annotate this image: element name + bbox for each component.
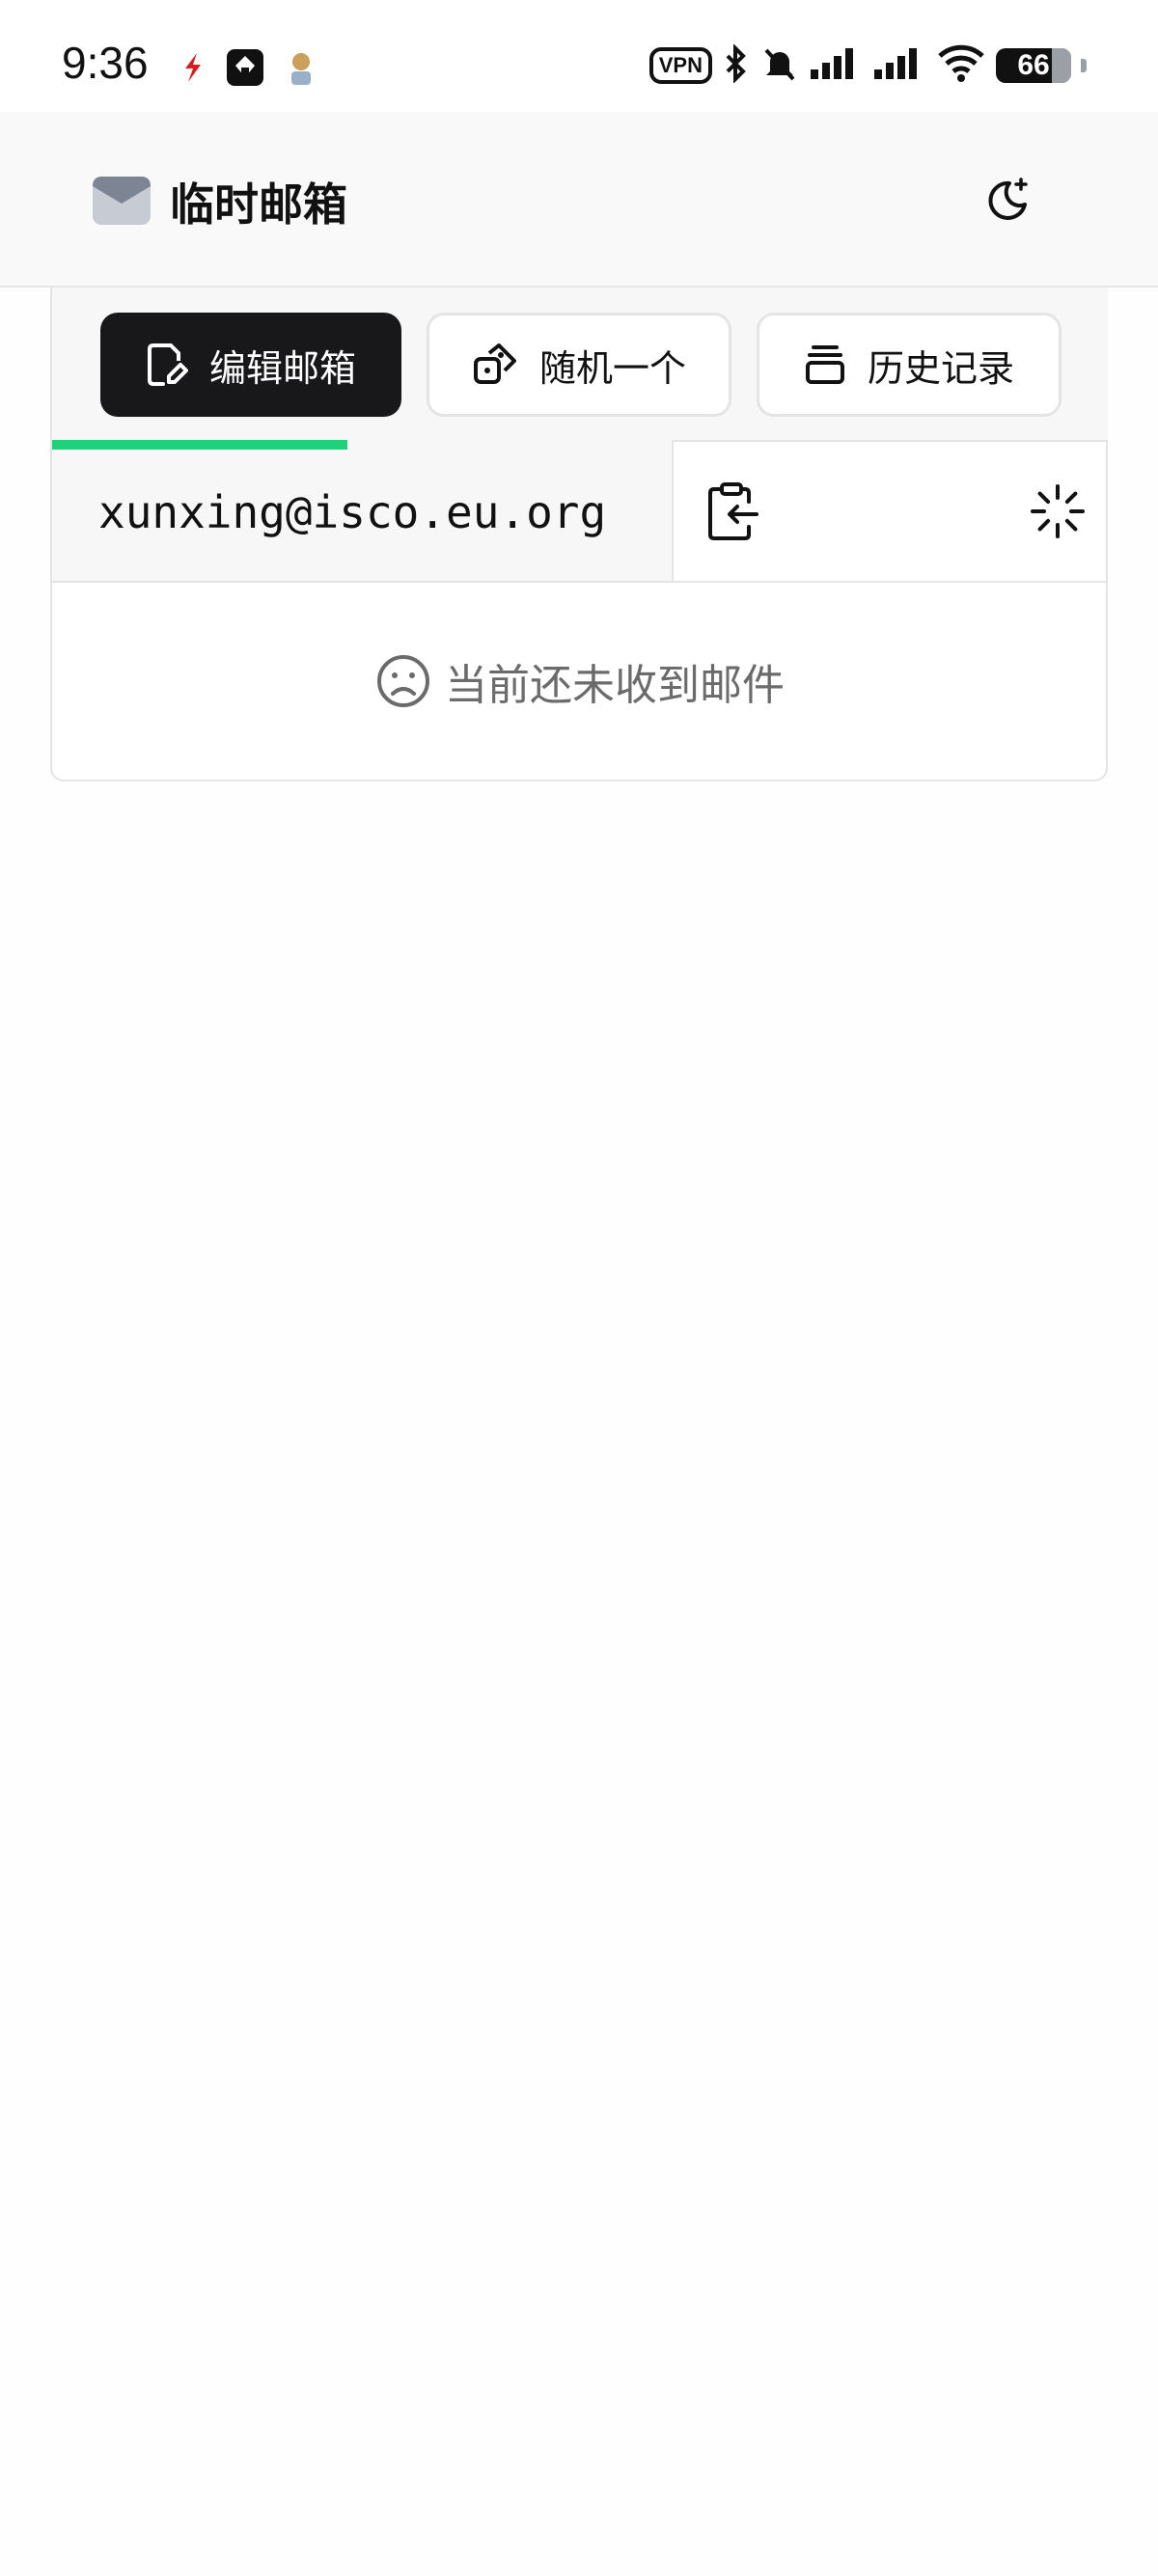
battery-tip bbox=[1081, 59, 1087, 72]
toolbar: 编辑邮箱 随机一个 历史记录 bbox=[52, 288, 1108, 442]
dice-icon bbox=[473, 343, 516, 384]
empty-inbox-message: 当前还未收到邮件 bbox=[445, 661, 785, 710]
edit-file-icon bbox=[147, 343, 188, 386]
mailbox-card: 编辑邮箱 随机一个 历史记录 xunxing@isco.eu.org 当前还未收… bbox=[50, 288, 1108, 781]
app-title: 临时邮箱 bbox=[170, 178, 347, 231]
history-label: 历史记录 bbox=[867, 346, 1014, 390]
loading-spinner-icon bbox=[1029, 482, 1087, 540]
moon-icon bbox=[988, 178, 1028, 220]
app-header: 临时邮箱 bbox=[0, 112, 1158, 288]
edit-mailbox-label: 编辑邮箱 bbox=[208, 346, 356, 390]
address-row: xunxing@isco.eu.org bbox=[52, 440, 1108, 583]
edit-mailbox-button[interactable]: 编辑邮箱 bbox=[100, 313, 401, 417]
random-mailbox-button[interactable]: 随机一个 bbox=[427, 313, 731, 417]
mute-icon bbox=[760, 44, 799, 87]
mail-icon bbox=[93, 173, 151, 231]
app-icon bbox=[226, 48, 264, 91]
battery-indicator: 66 bbox=[996, 48, 1071, 83]
status-bar: 9:36 VPN 66 bbox=[0, 0, 1158, 112]
wifi-icon bbox=[936, 44, 986, 87]
brand[interactable]: 临时邮箱 bbox=[93, 170, 347, 233]
status-time: 9:36 bbox=[62, 38, 149, 88]
refresh-progress-fill bbox=[52, 440, 348, 450]
signal-icon bbox=[809, 46, 863, 85]
empty-inbox-state: 当前还未收到邮件 bbox=[52, 583, 1108, 780]
bluetooth-icon bbox=[722, 43, 751, 87]
notification-icons bbox=[179, 48, 318, 91]
signal-icon-secondary bbox=[872, 46, 926, 85]
sad-face-icon bbox=[377, 655, 429, 707]
mailbox-address-field[interactable]: xunxing@isco.eu.org bbox=[52, 440, 674, 581]
history-button[interactable]: 历史记录 bbox=[757, 313, 1062, 417]
stack-icon bbox=[805, 345, 844, 384]
refresh-progress-bar bbox=[52, 440, 1108, 450]
clipboard-copy-icon bbox=[708, 482, 758, 540]
lightning-app-icon bbox=[179, 51, 207, 88]
battery-level: 66 bbox=[1017, 49, 1050, 81]
random-mailbox-label: 随机一个 bbox=[538, 346, 686, 390]
theme-toggle-button[interactable] bbox=[980, 174, 1034, 228]
copy-address-button[interactable] bbox=[704, 480, 762, 542]
mailbox-address[interactable]: xunxing@isco.eu.org bbox=[98, 486, 606, 538]
avatar-app-icon bbox=[284, 48, 318, 91]
vpn-badge: VPN bbox=[648, 47, 712, 84]
system-status-icons: VPN 66 bbox=[648, 43, 1087, 87]
